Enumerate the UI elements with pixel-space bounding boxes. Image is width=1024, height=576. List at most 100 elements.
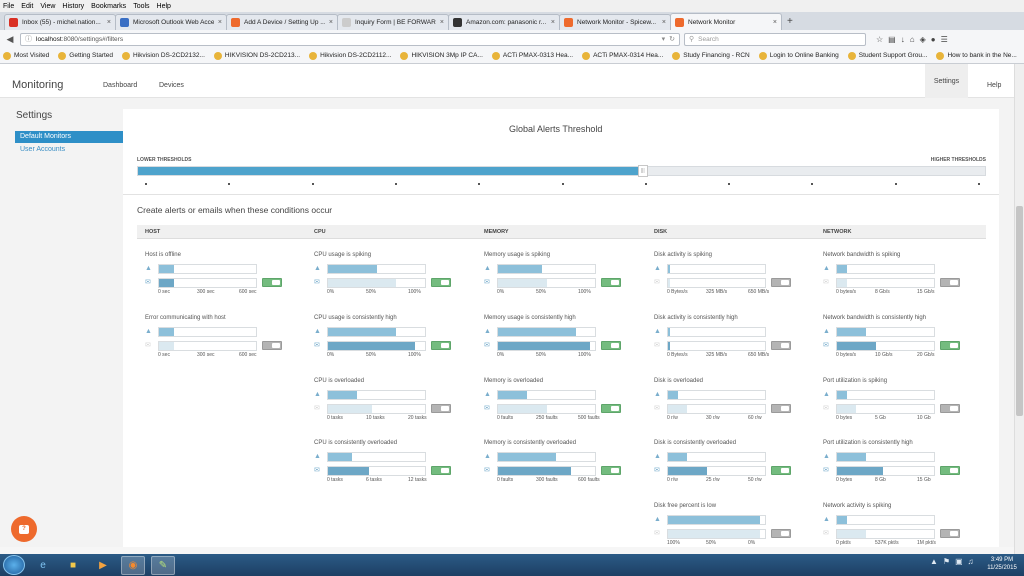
alert-threshold-slider[interactable] — [836, 515, 935, 525]
email-icon[interactable]: ✉ — [314, 405, 322, 413]
email-icon[interactable]: ✉ — [314, 279, 322, 287]
tab-0[interactable]: Inbox (55) - michel.nation... × — [4, 14, 116, 30]
bookmark-item[interactable]: Most Visited — [3, 51, 49, 60]
chat-button[interactable]: ? — [11, 516, 37, 542]
email-threshold-slider[interactable] — [667, 404, 766, 414]
tab-6[interactable]: Network Monitor × — [670, 13, 782, 30]
tab-2[interactable]: Add A Device / Setting Up ... × — [226, 14, 338, 30]
alert-threshold-slider[interactable] — [327, 390, 426, 400]
bell-icon[interactable]: ▲ — [314, 453, 322, 461]
email-toggle[interactable] — [771, 466, 791, 475]
email-toggle[interactable] — [431, 278, 451, 287]
bell-icon[interactable]: ▲ — [484, 453, 492, 461]
tab-close-icon[interactable]: × — [329, 19, 333, 26]
email-threshold-slider[interactable] — [667, 529, 766, 539]
menu-history[interactable]: History — [62, 3, 84, 10]
tab-close-icon[interactable]: × — [773, 19, 777, 26]
clock[interactable]: 3:49 PM 11/25/2015 — [984, 556, 1020, 572]
bell-icon[interactable]: ▲ — [484, 328, 492, 336]
scrollbar-thumb[interactable] — [1016, 206, 1023, 416]
download-icon[interactable]: ↓ — [901, 35, 905, 44]
tab-5[interactable]: Network Monitor - Spicew... × — [559, 14, 671, 30]
horizontal-scrollbar[interactable] — [0, 547, 1014, 554]
pocket-icon[interactable]: ◈ — [920, 35, 926, 44]
tab-1[interactable]: Microsoft Outlook Web Access × — [115, 14, 227, 30]
alert-threshold-slider[interactable] — [836, 327, 935, 337]
sidebar-item-default-monitors[interactable]: Default Monitors — [15, 131, 123, 143]
new-tab-button[interactable]: + — [787, 16, 793, 27]
email-threshold-slider[interactable] — [497, 466, 596, 476]
paint-icon[interactable]: ✎ — [151, 555, 175, 575]
alert-threshold-slider[interactable] — [667, 390, 766, 400]
email-threshold-slider[interactable] — [158, 341, 257, 351]
bookmark-item[interactable]: Study Financing - RCN — [672, 51, 750, 60]
network-icon[interactable]: ▣ — [955, 557, 963, 566]
bell-icon[interactable]: ▲ — [654, 391, 662, 399]
bookmark-star-icon[interactable]: ☆ — [876, 35, 883, 44]
flag-icon[interactable]: ⚑ — [943, 557, 950, 566]
home-icon[interactable]: ⌂ — [910, 35, 915, 44]
menu-icon[interactable]: ☰ — [941, 35, 948, 44]
alert-threshold-slider[interactable] — [327, 452, 426, 462]
email-icon[interactable]: ✉ — [654, 467, 662, 475]
email-icon[interactable]: ✉ — [654, 405, 662, 413]
bookmark-item[interactable]: Login to Online Banking — [758, 51, 839, 60]
back-icon[interactable]: ◀ — [4, 34, 16, 45]
email-threshold-slider[interactable] — [836, 404, 935, 414]
tab-close-icon[interactable]: × — [440, 19, 444, 26]
email-icon[interactable]: ✉ — [823, 467, 831, 475]
bookmark-item[interactable]: Hikvision DS-2CD2132... — [122, 51, 205, 60]
email-icon[interactable]: ✉ — [654, 530, 662, 538]
tray-arrow-icon[interactable]: ▲ — [930, 557, 938, 566]
alert-threshold-slider[interactable] — [667, 452, 766, 462]
bell-icon[interactable]: ▲ — [654, 453, 662, 461]
media-player-icon[interactable]: ▶ — [91, 556, 115, 575]
email-threshold-slider[interactable] — [327, 404, 426, 414]
email-icon[interactable]: ✉ — [484, 342, 492, 350]
bell-icon[interactable]: ▲ — [654, 516, 662, 524]
email-toggle[interactable] — [601, 404, 621, 413]
email-icon[interactable]: ✉ — [654, 279, 662, 287]
dropdown-icon[interactable]: ▾ — [662, 35, 666, 43]
menu-edit[interactable]: Edit — [21, 3, 33, 10]
tab-close-icon[interactable]: × — [662, 19, 666, 26]
reload-icon[interactable]: ↻ — [669, 35, 675, 43]
email-icon[interactable]: ✉ — [145, 342, 153, 350]
email-threshold-slider[interactable] — [327, 278, 426, 288]
email-icon[interactable]: ✉ — [823, 405, 831, 413]
alert-threshold-slider[interactable] — [497, 452, 596, 462]
menu-file[interactable]: File — [3, 3, 14, 10]
tab-3[interactable]: Inquiry Form | BE FORWARD ... × — [337, 14, 449, 30]
bell-icon[interactable]: ▲ — [145, 328, 153, 336]
bookmark-item[interactable]: HIKVISION 3Mp IP CA... — [400, 51, 483, 60]
email-threshold-slider[interactable] — [836, 278, 935, 288]
email-toggle[interactable] — [940, 529, 960, 538]
email-toggle[interactable] — [601, 466, 621, 475]
tab-close-icon[interactable]: × — [107, 19, 111, 26]
bell-icon[interactable]: ▲ — [314, 265, 322, 273]
email-toggle[interactable] — [940, 466, 960, 475]
email-toggle[interactable] — [431, 466, 451, 475]
ie-icon[interactable]: e — [31, 556, 55, 575]
menu-bookmarks[interactable]: Bookmarks — [91, 3, 126, 10]
bell-icon[interactable]: ▲ — [654, 328, 662, 336]
bell-icon[interactable]: ▲ — [823, 265, 831, 273]
nav-dashboard[interactable]: Dashboard — [103, 82, 137, 89]
email-threshold-slider[interactable] — [667, 341, 766, 351]
bookmark-item[interactable]: How to bank in the Ne... — [936, 51, 1017, 60]
alert-threshold-slider[interactable] — [667, 264, 766, 274]
threshold-slider-handle[interactable]: ||| — [637, 165, 648, 177]
tab-4[interactable]: Amazon.com: panasonic r... × — [448, 14, 560, 30]
alert-threshold-slider[interactable] — [497, 390, 596, 400]
chat-toolbar-icon[interactable]: ● — [931, 35, 936, 44]
alert-threshold-slider[interactable] — [836, 390, 935, 400]
alert-threshold-slider[interactable] — [327, 264, 426, 274]
email-threshold-slider[interactable] — [497, 278, 596, 288]
email-threshold-slider[interactable] — [497, 404, 596, 414]
tab-close-icon[interactable]: × — [551, 19, 555, 26]
email-icon[interactable]: ✉ — [314, 342, 322, 350]
email-threshold-slider[interactable] — [497, 341, 596, 351]
email-threshold-slider[interactable] — [158, 278, 257, 288]
email-icon[interactable]: ✉ — [484, 467, 492, 475]
email-icon[interactable]: ✉ — [823, 279, 831, 287]
